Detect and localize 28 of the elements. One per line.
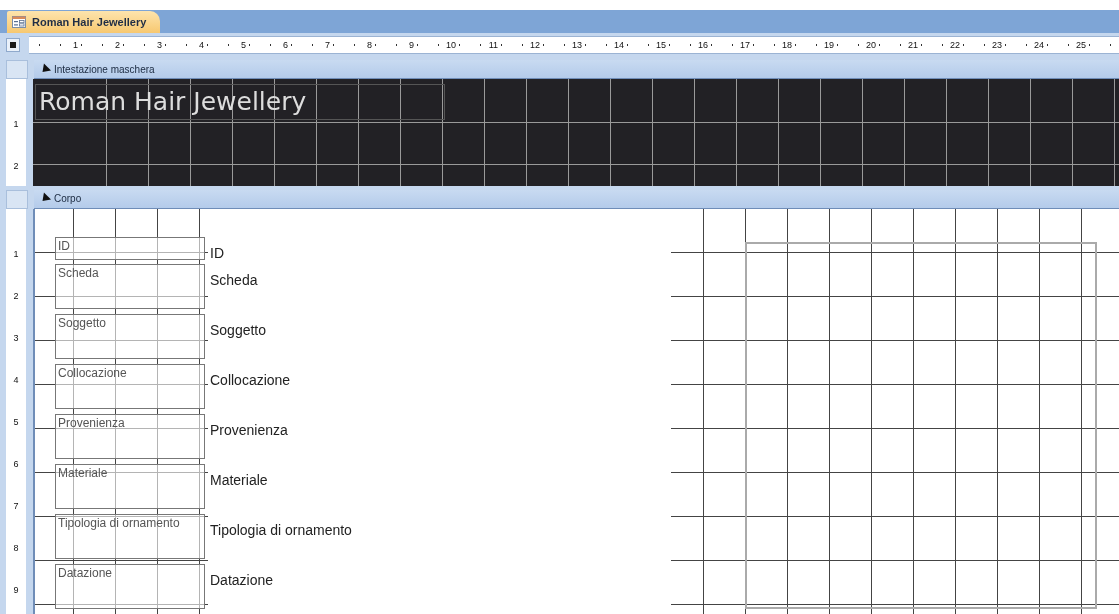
ruler-number: 5 <box>13 416 19 428</box>
field-label[interactable]: Scheda <box>55 264 205 309</box>
ruler-number: 4 <box>13 374 19 386</box>
text-box[interactable]: Tipologia di ornamento <box>209 521 353 539</box>
ruler-number: 6 <box>13 458 19 470</box>
ruler-number: 7 <box>13 500 19 512</box>
ruler-number: 8 <box>13 542 19 554</box>
section-title: Corpo <box>54 193 82 205</box>
field-label[interactable]: Provenienza <box>55 414 205 459</box>
field-label[interactable]: ID <box>55 237 205 260</box>
section-title: Intestazione maschera <box>54 63 155 75</box>
ruler-number: 1 <box>13 118 19 131</box>
form-icon <box>12 15 26 28</box>
field-label[interactable]: Datazione <box>55 564 205 609</box>
form-selector[interactable] <box>7 39 19 52</box>
field-label[interactable]: Soggetto <box>55 314 205 359</box>
ruler-number: 3 <box>13 332 19 344</box>
field-label[interactable]: Collocazione <box>55 364 205 409</box>
section-bar[interactable]: Corpo <box>34 189 1119 209</box>
section-bar[interactable]: Intestazione maschera <box>34 60 1119 80</box>
ruler-number: 2 <box>13 160 19 173</box>
document-tab[interactable]: Roman Hair Jewellery <box>7 10 161 33</box>
ruler-number: 9 <box>13 584 19 596</box>
ruler-number: 1 <box>13 248 19 260</box>
ruler-number: 2 <box>13 290 19 302</box>
image-frame[interactable] <box>745 242 1097 609</box>
field-label[interactable]: Tipologia di ornamento <box>55 514 205 559</box>
field-label[interactable]: Materiale <box>55 464 205 509</box>
